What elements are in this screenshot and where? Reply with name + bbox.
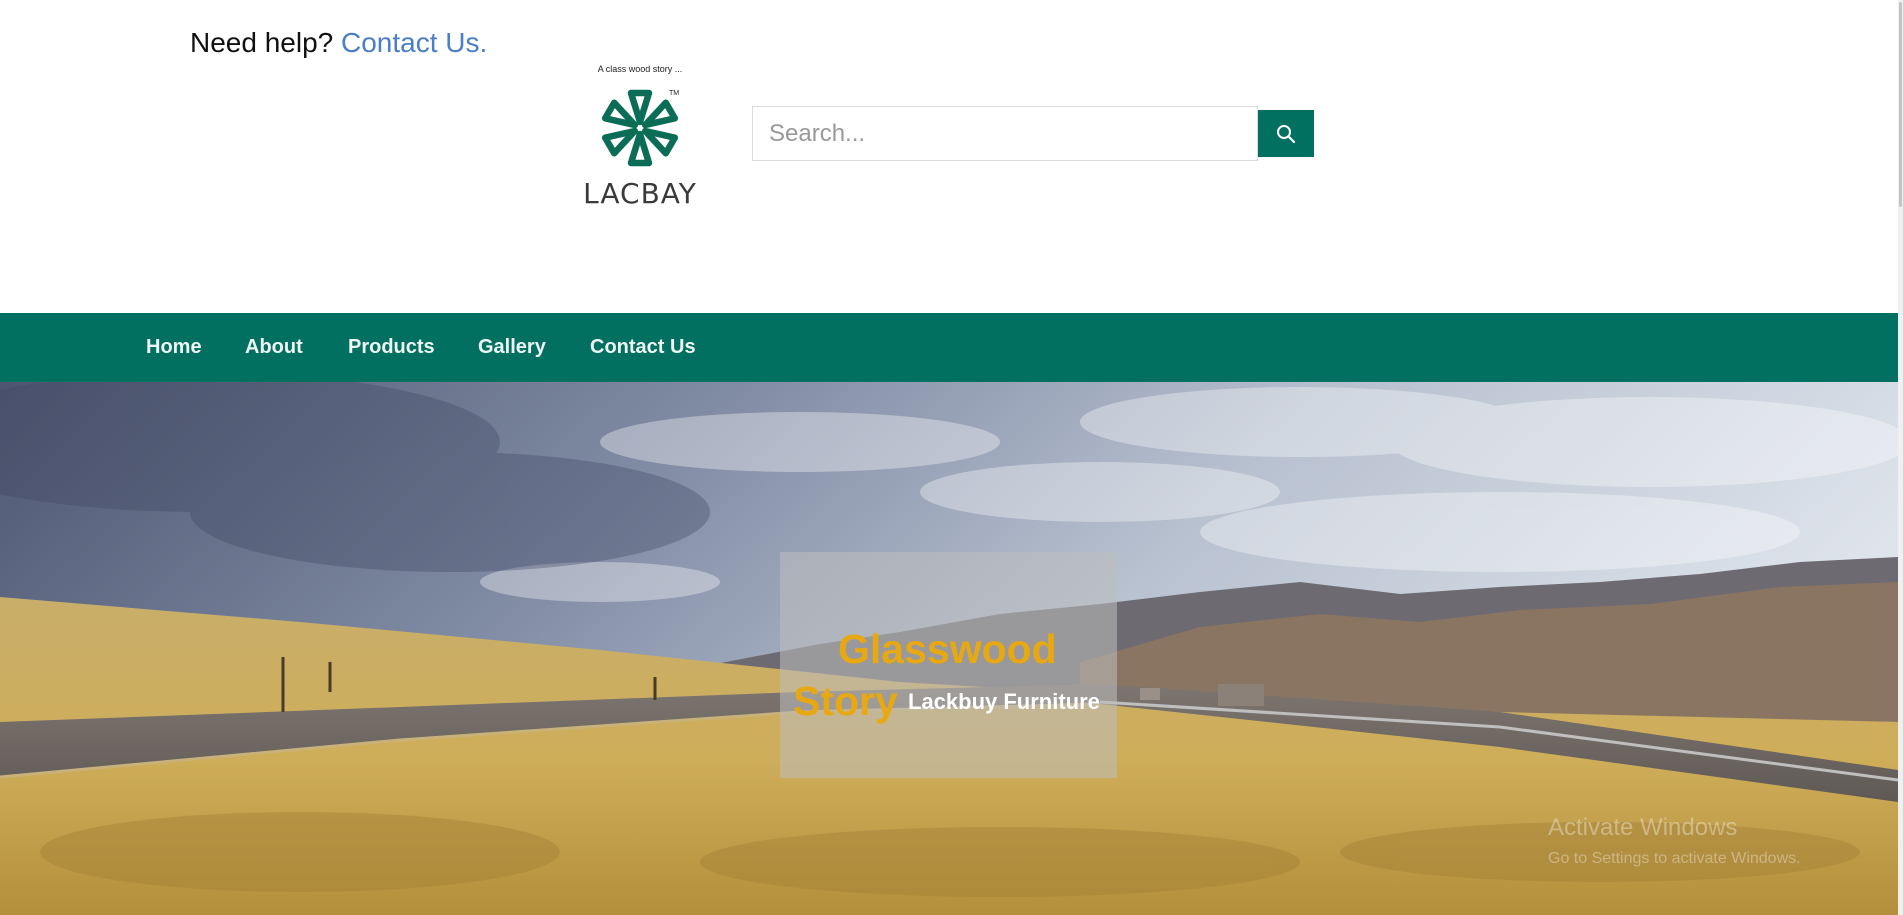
search-button[interactable] (1258, 110, 1314, 157)
contact-link[interactable]: Contact Us. (341, 27, 487, 58)
page-scrollbar[interactable] (1898, 0, 1903, 915)
nav-about[interactable]: About (245, 313, 303, 382)
hero-title-line2: Story (793, 678, 898, 724)
search-bar (752, 106, 1314, 161)
logo-flower-icon (601, 89, 679, 167)
nav-gallery[interactable]: Gallery (478, 313, 546, 382)
page: Need help? Contact Us. A class wood stor… (0, 0, 1898, 915)
search-icon (1277, 124, 1296, 143)
watermark-line1: Activate Windows (1548, 814, 1738, 841)
watermark-line2: Go to Settings to activate Windows. (1548, 850, 1801, 867)
hero-card: Glasswood Story Lackbuy Furniture (780, 552, 1117, 778)
logo-brand-name: LACBAY (583, 177, 697, 210)
hero-banner: Glasswood Story Lackbuy Furniture Activa… (0, 382, 1898, 915)
main-nav: Home About Products Gallery Contact Us (0, 313, 1898, 382)
activation-watermark: Activate Windows Go to Settings to activ… (1548, 814, 1801, 868)
nav-contact-us[interactable]: Contact Us (590, 313, 696, 382)
help-line: Need help? Contact Us. (190, 27, 487, 59)
logo-tagline: A class wood story ... (597, 64, 683, 74)
help-text: Need help? (190, 27, 334, 58)
search-input[interactable] (752, 106, 1258, 161)
logo[interactable]: A class wood story ... TM LACBAY (580, 62, 700, 210)
hero-title-line1: Glasswood (838, 626, 1057, 672)
trademark-mark: TM (669, 90, 680, 97)
scrollbar-thumb[interactable] (1899, 2, 1902, 207)
hero-subtitle: Lackbuy Furniture (908, 689, 1100, 714)
nav-home[interactable]: Home (146, 313, 202, 382)
nav-products[interactable]: Products (348, 313, 435, 382)
